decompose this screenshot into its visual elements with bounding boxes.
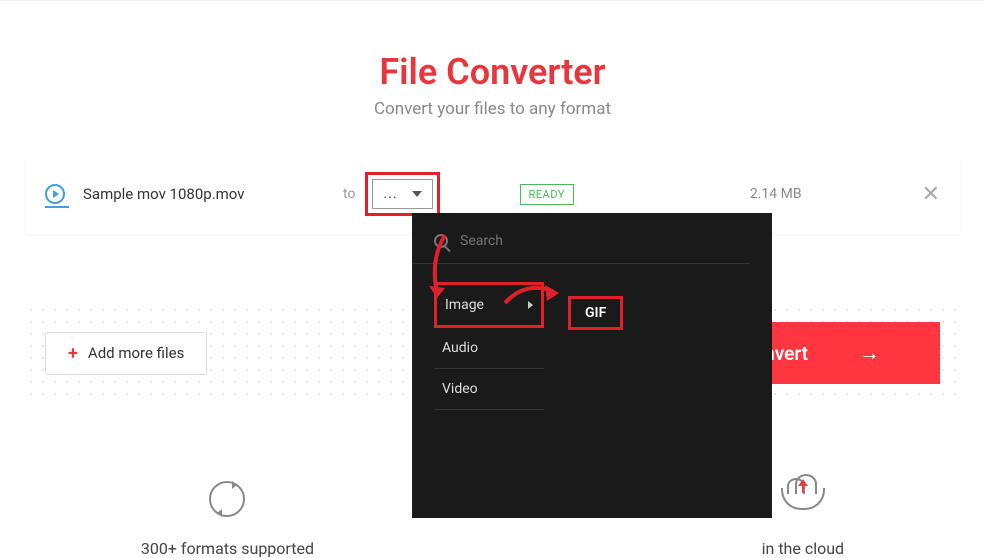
status-badge: READY: [520, 184, 574, 205]
page-subtitle: Convert your files to any format: [0, 99, 985, 119]
search-input[interactable]: [460, 233, 638, 249]
chevron-down-icon: [412, 191, 422, 197]
play-icon[interactable]: [45, 184, 65, 204]
annotation-arrow-icon: [497, 273, 565, 311]
refresh-icon: [209, 481, 245, 517]
file-size: 2.14 MB: [750, 186, 802, 202]
category-video[interactable]: Video: [434, 369, 544, 410]
feature-cloud: in the cloud: [762, 477, 844, 558]
add-more-button[interactable]: + Add more files: [45, 332, 207, 375]
to-label: to: [343, 186, 355, 202]
cloud-icon: [781, 477, 825, 521]
format-placeholder: ...: [383, 186, 397, 202]
feature-formats-text: 300+ formats supported: [141, 539, 314, 558]
close-icon[interactable]: ✕: [922, 182, 940, 207]
category-audio[interactable]: Audio: [434, 328, 544, 369]
plus-icon: +: [68, 343, 78, 364]
annotation-arrow-icon: [415, 230, 455, 305]
page-title: File Converter: [0, 51, 985, 93]
format-option-gif[interactable]: GIF: [568, 296, 623, 330]
format-highlight: ...: [365, 172, 439, 216]
feature-cloud-text: in the cloud: [762, 539, 844, 558]
arrow-right-icon: →: [858, 340, 880, 366]
category-label: Video: [442, 381, 478, 397]
format-dropdown: Image Audio Video: [412, 213, 772, 518]
format-select[interactable]: ...: [372, 179, 432, 209]
add-more-label: Add more files: [88, 344, 184, 362]
category-label: Audio: [442, 340, 478, 356]
feature-formats: 300+ formats supported: [141, 477, 314, 558]
filename: Sample mov 1080p.mov: [83, 185, 343, 203]
